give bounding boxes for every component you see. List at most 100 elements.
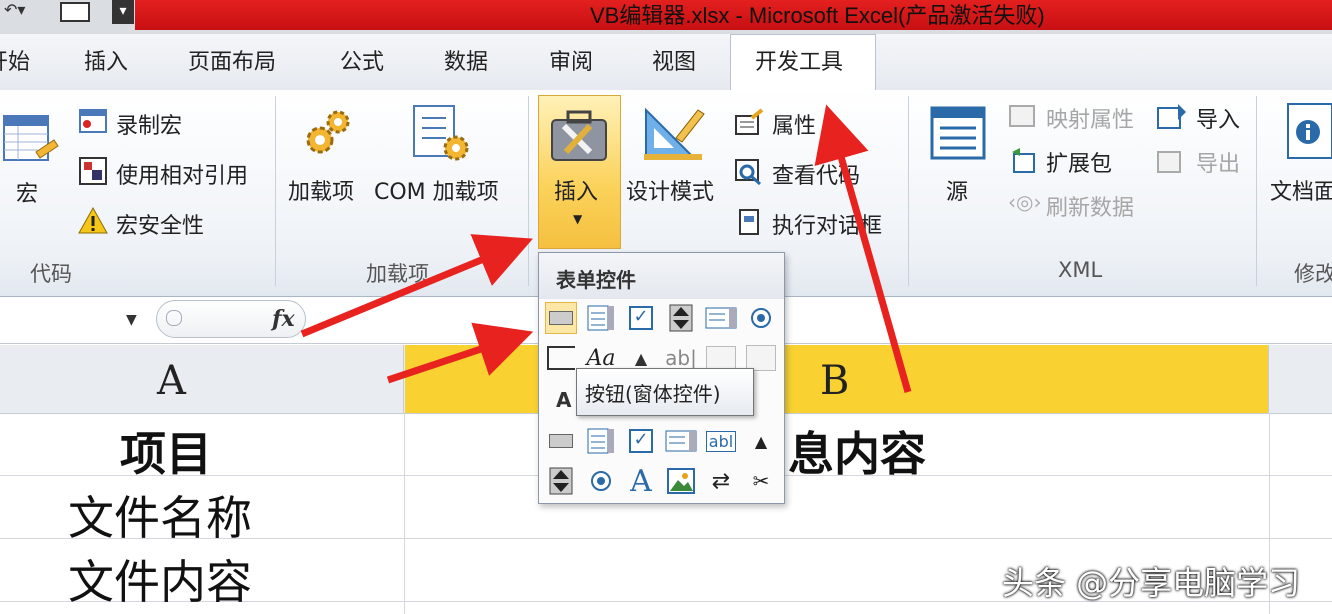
toolbox-icon [551,110,607,161]
name-box-dropdown-icon[interactable]: ▼ [126,312,137,328]
warning-icon [78,206,108,234]
toolbox-icon-wrap [546,102,612,164]
import-label[interactable]: 导入 [1196,102,1240,134]
expansion-packs-icon[interactable] [1010,146,1040,176]
group-separator [275,96,276,286]
map-properties-icon [1008,102,1038,130]
import-icon[interactable] [1156,102,1188,132]
tab-formulas[interactable]: 公式 [340,44,384,76]
com-addins-label: COM 加载项 [374,180,499,205]
record-macro-icon [79,109,107,133]
activex-command-button-icon[interactable] [545,425,577,457]
group-label-addins: 加载项 [366,262,429,286]
column-letter-b: B [820,358,850,404]
column-letter-a: A [157,358,186,404]
customize-toolbar-icon[interactable]: ▾ [112,0,134,24]
relative-ref-icon [79,157,107,185]
properties-label[interactable]: 属性 [772,108,816,140]
tab-insert[interactable]: 插入 [84,44,128,76]
group-label-xml: XML [1058,258,1103,282]
activex-list-box-icon[interactable] [665,425,697,457]
activex-checkbox-icon[interactable]: ✓ [625,425,657,457]
insert-label: 插入 [554,180,599,205]
gears-icon [306,110,350,154]
activex-more-controls-icon[interactable]: ✂ [745,465,777,497]
form-icon[interactable] [60,2,90,22]
cell-a1[interactable]: 项目 [120,418,212,484]
macro-security-button[interactable] [78,206,108,236]
properties-icon[interactable] [734,108,764,136]
export-icon [1156,146,1188,176]
macro-button[interactable] [2,112,62,172]
watermark: 头条 @分享电脑学习 [1002,564,1301,602]
form-controls-header: 表单控件 [556,268,636,292]
activex-option-button-icon[interactable] [585,465,617,497]
refresh-data-icon: ‹◎› [1008,190,1042,214]
activex-text-box-icon[interactable]: abl [705,425,737,457]
map-properties-label: 映射属性 [1046,108,1135,133]
group-box-icon[interactable] [545,342,577,374]
tab-home[interactable]: 开始 [0,44,30,76]
record-macro-button[interactable] [78,106,108,136]
circle-icon [166,310,182,326]
tab-data[interactable]: 数据 [444,44,488,76]
addins-label: 加载项 [288,180,355,205]
run-dialog-icon[interactable] [736,208,762,236]
com-addins-button[interactable] [410,104,476,164]
group-separator [908,96,909,286]
activex-controls-header: A [556,388,572,412]
column-divider [404,413,405,614]
activex-toggle-button-icon[interactable]: ⇄ [705,465,737,497]
addins-button[interactable] [300,106,354,160]
combo-box-icon[interactable] [585,302,617,334]
document-panel-label: 文档面 [1270,180,1332,205]
undo-icon[interactable]: ↶▾ [4,0,25,26]
option-button-icon[interactable] [745,302,777,334]
column-header-c[interactable] [1269,345,1332,413]
relative-ref-button[interactable] [78,156,108,186]
tab-review[interactable]: 审阅 [549,44,593,76]
spin-button-icon[interactable] [665,302,697,334]
xml-source-icon [930,106,986,160]
group-separator [1256,96,1257,286]
cell-a3[interactable]: 文件内容 [68,546,252,612]
view-code-icon[interactable] [734,158,764,186]
activex-label-icon[interactable]: A [625,464,657,499]
column-header-a[interactable] [0,345,404,413]
button-form-control[interactable] [545,302,577,334]
activex-scroll-bar-icon[interactable]: ▲ [745,425,777,457]
group-separator [528,96,529,286]
group-label-modify: 修改 [1294,262,1332,286]
group-label-code: 代码 [30,262,72,286]
expansion-packs-label[interactable]: 扩展包 [1046,146,1112,178]
chevron-down-icon: ▼ [573,212,583,226]
com-addins-icon [413,105,469,161]
info-document-icon [1287,103,1332,159]
design-mode-button[interactable] [640,104,706,162]
view-code-label[interactable]: 查看代码 [772,158,860,190]
macro-label: 宏 [16,182,39,207]
macro-icon [3,115,59,161]
activex-image-icon[interactable] [665,465,697,497]
tooltip: 按钮(窗体控件) [576,368,754,416]
design-mode-label: 设计模式 [626,180,715,205]
activex-combo-box-icon[interactable] [585,425,617,457]
refresh-data-label: 刷新数据 [1046,196,1135,221]
tab-developer[interactable]: 开发工具 [755,44,843,76]
source-button[interactable] [928,106,988,162]
macro-security-label[interactable]: 宏安全性 [116,208,204,240]
checkbox-icon[interactable]: ✓ [625,302,657,334]
activex-spin-button-icon[interactable] [545,465,577,497]
cell-a2[interactable]: 文件名称 [68,482,252,548]
document-panel-button[interactable] [1286,102,1332,162]
list-box-icon[interactable] [705,302,737,334]
cell-b1[interactable]: 息内容 [788,418,926,484]
tab-view[interactable]: 视图 [652,44,696,76]
run-dialog-label[interactable]: 执行对话框 [772,208,882,240]
record-macro-label[interactable]: 录制宏 [116,108,182,140]
relative-ref-label[interactable]: 使用相对引用 [116,158,248,190]
insert-function-button[interactable]: fx [272,306,295,332]
tab-page-layout[interactable]: 页面布局 [188,44,276,76]
source-label: 源 [946,180,969,205]
formula-input[interactable] [306,300,1332,340]
